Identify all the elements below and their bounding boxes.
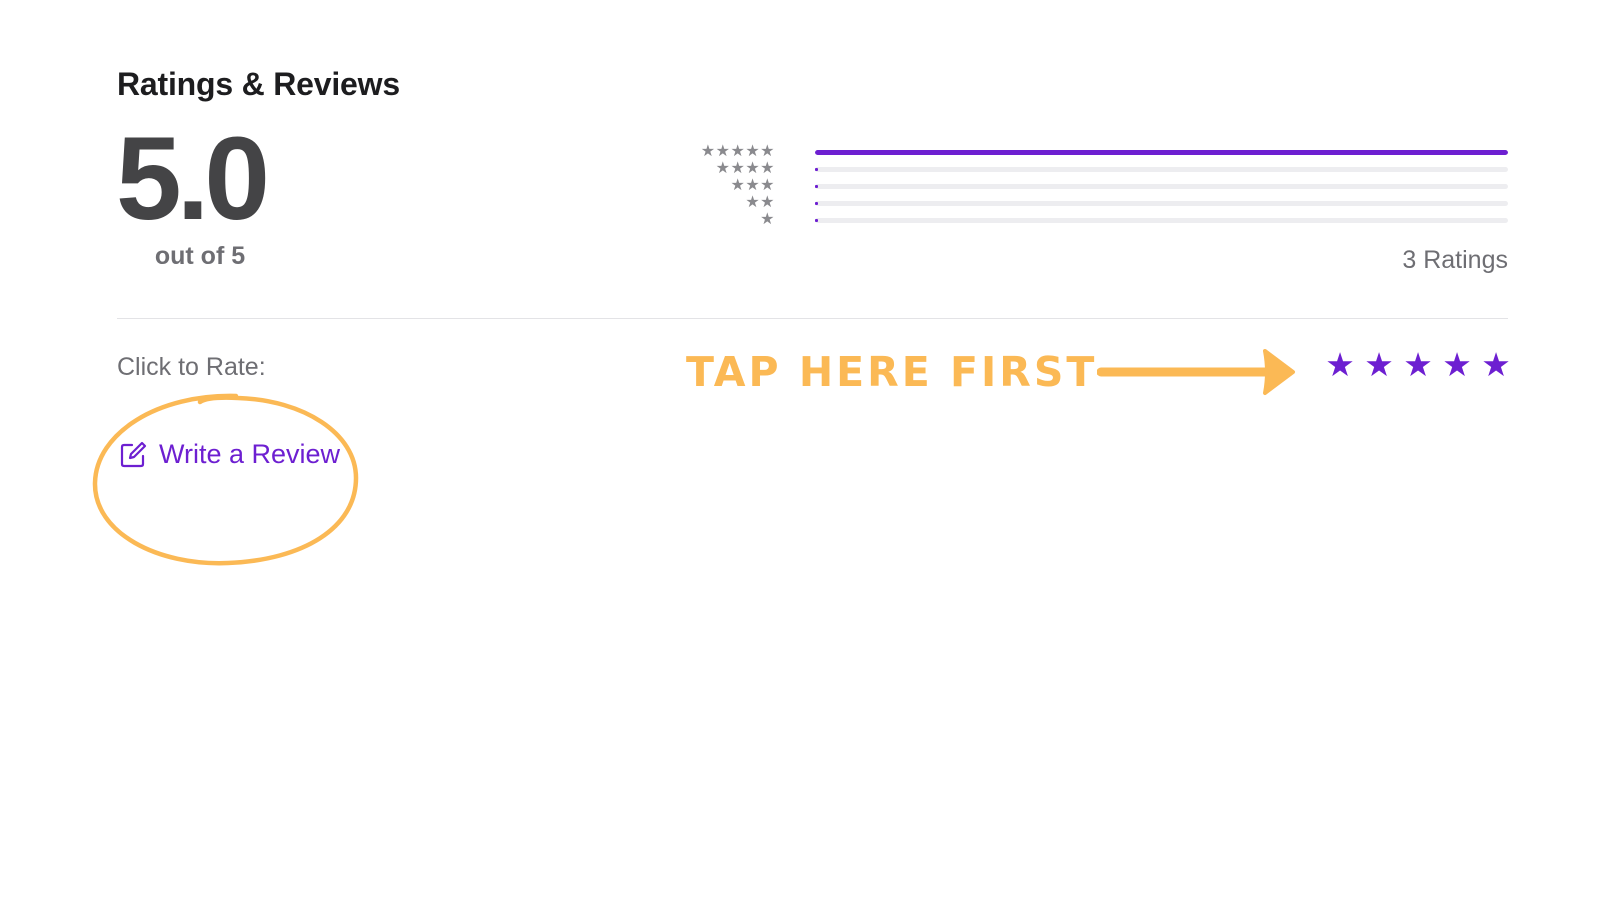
section-divider bbox=[117, 318, 1508, 319]
annotation-text: TAP HERE FIRST bbox=[686, 348, 1098, 396]
annotation-circle bbox=[92, 393, 359, 566]
click-to-rate-label: Click to Rate: bbox=[117, 353, 266, 381]
rate-star-2[interactable]: ★ bbox=[1364, 348, 1394, 381]
ratings-count: 3 Ratings bbox=[1402, 246, 1508, 274]
section-title: Ratings & Reviews bbox=[117, 66, 400, 102]
histogram-track bbox=[815, 184, 1508, 189]
rate-star-3[interactable]: ★ bbox=[1403, 348, 1433, 381]
histogram-track bbox=[815, 201, 1508, 206]
score-scale-label: out of 5 bbox=[154, 242, 246, 270]
rate-stars[interactable]: ★ ★ ★ ★ ★ bbox=[1325, 348, 1511, 381]
histogram-zero-tick bbox=[815, 185, 818, 188]
star-rating-label: ★ bbox=[760, 211, 775, 228]
histogram-zero-tick bbox=[815, 202, 818, 205]
star-rating-label: ★★ bbox=[745, 194, 775, 211]
histogram-row-4: ★★★★ bbox=[690, 160, 1508, 177]
histogram-fill bbox=[815, 150, 1508, 155]
histogram-row-1: ★ bbox=[690, 211, 1508, 228]
rate-star-1[interactable]: ★ bbox=[1325, 348, 1355, 381]
rating-histogram: ★★★★★ ★★★★ ★★★ ★★ ★ bbox=[690, 143, 1508, 233]
histogram-zero-tick bbox=[815, 219, 818, 222]
annotation-arrow-icon bbox=[1097, 349, 1295, 395]
rate-star-4[interactable]: ★ bbox=[1442, 348, 1472, 381]
rate-star-5[interactable]: ★ bbox=[1481, 348, 1511, 381]
star-rating-label: ★★★★ bbox=[715, 160, 775, 177]
histogram-row-2: ★★ bbox=[690, 194, 1508, 211]
star-rating-label: ★★★★★ bbox=[700, 143, 775, 160]
histogram-row-5: ★★★★★ bbox=[690, 143, 1508, 160]
star-rating-label: ★★★ bbox=[730, 177, 775, 194]
histogram-row-3: ★★★ bbox=[690, 177, 1508, 194]
histogram-track bbox=[815, 150, 1508, 155]
histogram-track bbox=[815, 218, 1508, 223]
histogram-zero-tick bbox=[815, 168, 818, 171]
average-score: 5.0 bbox=[116, 113, 270, 245]
histogram-track bbox=[815, 167, 1508, 172]
